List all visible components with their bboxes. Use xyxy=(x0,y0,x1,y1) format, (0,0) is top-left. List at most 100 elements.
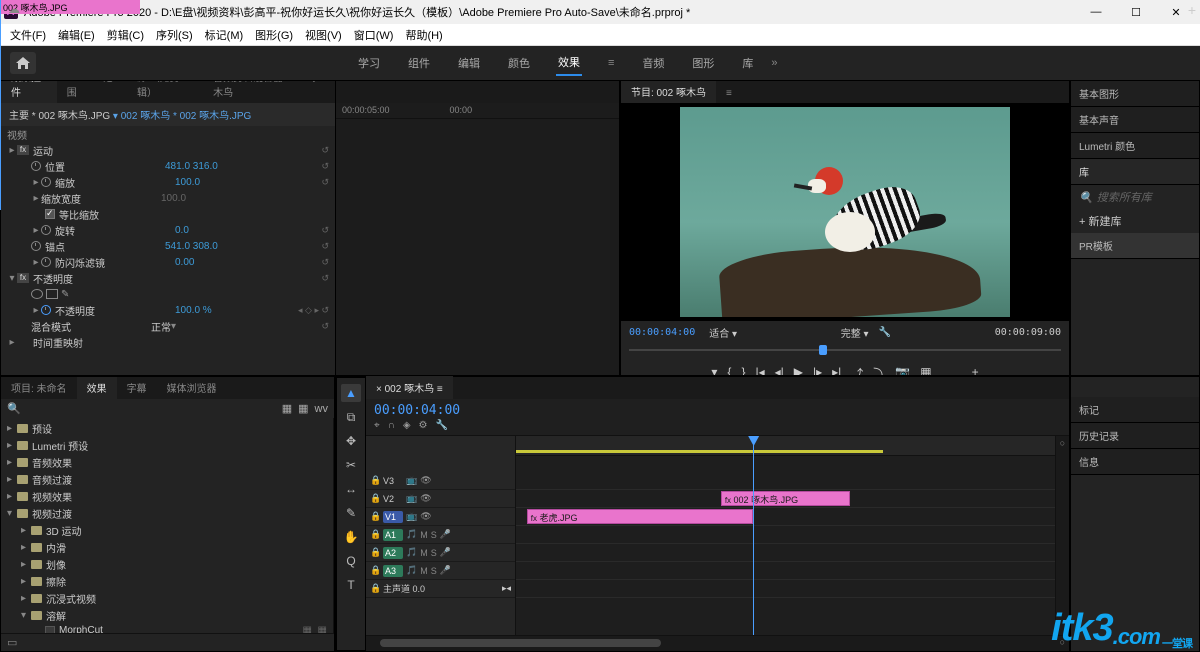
timeline-zoom-bar[interactable]: ○ xyxy=(366,635,1069,651)
lock-icon[interactable]: 🔒 xyxy=(370,565,380,576)
mask-ellipse-icon[interactable] xyxy=(31,289,43,299)
timeline-playhead[interactable] xyxy=(753,436,754,635)
audio-track-header[interactable]: 🔒A1🎵MS🎤 xyxy=(366,526,515,544)
uniform-scale-checkbox[interactable] xyxy=(45,209,55,219)
panel-tab[interactable]: 项目: 未命名 xyxy=(1,376,77,399)
audio-track-header[interactable]: 🔒A3🎵MS🎤 xyxy=(366,562,515,580)
fx-badge-icon[interactable]: ▦ xyxy=(282,402,292,415)
timeline-tool[interactable]: ⧉ xyxy=(341,408,361,426)
video-track-header[interactable]: 🔒V2📺👁 xyxy=(366,490,515,508)
video-track-header[interactable]: 🔒V1📺👁 xyxy=(366,508,515,526)
extract-button[interactable]: ⤵ xyxy=(873,365,885,376)
panel-tab[interactable]: 效果 xyxy=(77,376,117,399)
panel-tab[interactable]: 媒体浏览器 xyxy=(157,376,227,399)
linked-sel-icon[interactable]: ∩ xyxy=(388,420,395,431)
workspace-tab[interactable]: 图形 xyxy=(690,51,716,75)
bin-folder[interactable]: ▸内滑 xyxy=(3,539,331,556)
mute-icon[interactable]: 🎵 xyxy=(406,547,417,558)
menu-item[interactable]: 剪辑(C) xyxy=(103,25,148,45)
bin-folder[interactable]: ▸预设 xyxy=(3,420,331,437)
mute-icon[interactable]: 🎵 xyxy=(406,529,417,540)
panel-tab[interactable]: 音频剪辑混合器: 002 啄木鸟 xyxy=(203,80,335,103)
menu-item[interactable]: 视图(V) xyxy=(301,25,346,45)
timeline-tool[interactable]: ✋ xyxy=(341,528,361,546)
timeline-clip[interactable]: fx 002 啄木鸟.JPG xyxy=(721,491,850,506)
settings-icon[interactable]: ⚙ xyxy=(419,420,428,431)
mask-rect-icon[interactable] xyxy=(46,289,58,299)
track-lane-audio[interactable] xyxy=(516,526,1055,544)
timeline-timecode[interactable]: 00:00:04:00 xyxy=(374,403,1061,418)
lock-icon[interactable]: 🔒 xyxy=(370,511,380,522)
right-panel-tab[interactable]: 基本图形 xyxy=(1071,81,1199,107)
bin-folder[interactable]: ▸音频效果 xyxy=(3,454,331,471)
workspace-overflow[interactable]: » xyxy=(771,57,777,69)
lock-icon[interactable]: 🔒 xyxy=(370,529,380,540)
panel-tab[interactable]: 效果控件 xyxy=(1,80,57,103)
right-panel-tab[interactable]: 历史记录 xyxy=(1071,423,1199,449)
button-editor-plus[interactable]: + xyxy=(972,365,979,376)
track-lane-v1[interactable]: fx 老虎.JPG xyxy=(516,508,1055,526)
timeline-tool[interactable]: ✥ xyxy=(341,432,361,450)
home-button[interactable] xyxy=(10,52,36,74)
mask-pen-icon[interactable]: ✎ xyxy=(61,289,69,300)
ec-timeremap[interactable]: 时间重映射 xyxy=(33,335,153,350)
right-panel-tab[interactable]: Lumetri 颜色 xyxy=(1071,133,1199,159)
program-viewport[interactable] xyxy=(621,103,1069,321)
video-track-header[interactable]: 🔒V3📺👁 xyxy=(366,472,515,490)
wrench-icon[interactable]: 🔧 xyxy=(879,327,891,338)
scroll-up-icon[interactable]: ○ xyxy=(1058,438,1067,448)
toggle-output-icon[interactable]: 📺 xyxy=(406,475,417,486)
workspace-menu-icon[interactable]: ≡ xyxy=(606,53,616,73)
lock-icon[interactable]: 🔒 xyxy=(370,547,380,558)
wrench-icon[interactable]: 🔧 xyxy=(436,420,448,431)
fx-icon[interactable]: fx xyxy=(17,145,29,155)
track-lane-v3[interactable] xyxy=(516,472,1055,490)
eye-icon[interactable]: 👁 xyxy=(420,475,431,486)
eye-icon[interactable]: 👁 xyxy=(420,511,431,522)
timeline-tool[interactable]: ✂ xyxy=(341,456,361,474)
master-track-header[interactable]: 🔒主声道 0.0▸◂ xyxy=(366,580,515,598)
go-in-button[interactable]: |◂ xyxy=(755,365,764,376)
workspace-tab[interactable]: 颜色 xyxy=(506,51,532,75)
ec-rotation-value[interactable]: 0.0 xyxy=(175,225,189,236)
ec-scale-value[interactable]: 100.0 xyxy=(175,177,200,188)
audio-track-header[interactable]: 🔒A2🎵MS🎤 xyxy=(366,544,515,562)
minimize-button[interactable]: — xyxy=(1076,0,1116,24)
right-panel-tab[interactable]: 基本声音 xyxy=(1071,107,1199,133)
menu-item[interactable]: 文件(F) xyxy=(6,25,50,45)
bin-folder[interactable]: ▸划像 xyxy=(3,556,331,573)
mark-out-button[interactable]: } xyxy=(741,365,745,376)
bin-folder[interactable]: ▸3D 运动 xyxy=(3,522,331,539)
bin-folder[interactable]: ▸擦除 xyxy=(3,573,331,590)
menu-item[interactable]: 序列(S) xyxy=(152,25,197,45)
fx-badge-icon[interactable]: wv xyxy=(315,403,328,415)
bin-folder[interactable]: ▸Lumetri 预设 xyxy=(3,437,331,454)
bin-folder[interactable]: ▸沉浸式视频 xyxy=(3,590,331,607)
timeline-tool[interactable]: ▲ xyxy=(341,384,361,402)
workspace-tab[interactable]: 音频 xyxy=(640,51,666,75)
panel-tab[interactable]: 源:（无剪辑） xyxy=(127,80,203,103)
export-frame-button[interactable]: 📷 xyxy=(895,365,910,376)
sequence-tab[interactable]: × 002 啄木鸟 ≡ xyxy=(366,376,453,399)
ec-opacity[interactable]: 不透明度 xyxy=(33,271,153,286)
workspace-tab[interactable]: 效果 xyxy=(556,50,582,76)
bin-folder[interactable]: ▾视频过渡 xyxy=(3,505,331,522)
workspace-tab[interactable]: 库 xyxy=(740,51,755,75)
panel-tab[interactable]: Lumetri 范围 xyxy=(57,80,127,103)
menu-item[interactable]: 编辑(E) xyxy=(54,25,99,45)
timeline-tool[interactable]: Q xyxy=(341,552,361,570)
program-timecode[interactable]: 00:00:04:00 xyxy=(629,327,695,338)
workspace-tab[interactable]: 编辑 xyxy=(456,51,482,75)
program-tab[interactable]: 节目: 002 啄木鸟 xyxy=(621,80,716,103)
snap-icon[interactable]: ⌖ xyxy=(374,420,380,431)
timeline-ruler[interactable] xyxy=(516,436,1055,456)
mark-in-button[interactable]: { xyxy=(727,365,731,376)
new-library-button[interactable]: + 新建库 xyxy=(1071,209,1199,233)
right-panel-tab[interactable]: 库 xyxy=(1071,159,1199,185)
eye-icon[interactable]: 👁 xyxy=(420,493,431,504)
ec-motion[interactable]: 运动 xyxy=(33,143,153,158)
menu-item[interactable]: 帮助(H) xyxy=(401,25,446,45)
toggle-output-icon[interactable]: 📺 xyxy=(406,493,417,504)
program-zoom-select[interactable]: 完整 ▾ xyxy=(841,325,869,340)
ec-position-value[interactable]: 481.0 316.0 xyxy=(165,161,218,172)
